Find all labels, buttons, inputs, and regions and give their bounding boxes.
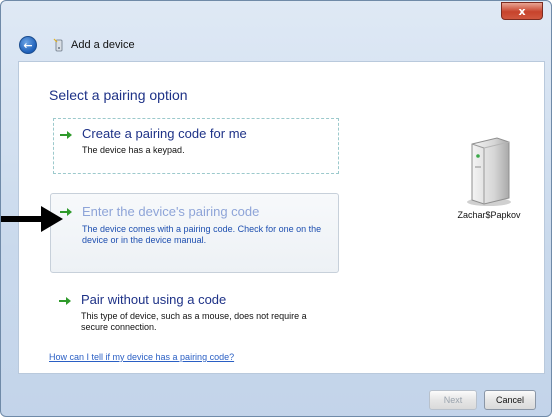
option-pair-without-code[interactable]: Pair without using a code This type of d…: [53, 285, 339, 337]
option-description: The device comes with a pairing code. Ch…: [82, 224, 322, 245]
pc-tower-icon: [467, 137, 511, 206]
cancel-button[interactable]: Cancel: [484, 390, 536, 410]
next-button[interactable]: Next: [429, 390, 477, 410]
callout-arrow-icon: [1, 206, 63, 232]
back-arrow-icon: ←: [23, 38, 33, 52]
green-arrow-icon: [60, 131, 72, 139]
page-title: Select a pairing option: [49, 87, 188, 103]
option-description: This type of device, such as a mouse, do…: [81, 311, 307, 332]
option-description: The device has a keypad.: [82, 145, 185, 155]
option-title: Enter the device's pairing code: [82, 204, 260, 219]
add-device-window: x ← Add a device Select a pairing option…: [0, 0, 552, 417]
add-device-icon: [53, 38, 63, 52]
window-title: Add a device: [71, 39, 135, 51]
option-create-pairing-code[interactable]: Create a pairing code for me The device …: [53, 118, 339, 174]
option-title: Pair without using a code: [81, 292, 227, 307]
content-panel: Select a pairing option Create a pairing…: [18, 61, 545, 374]
close-button[interactable]: x: [501, 2, 543, 20]
back-button[interactable]: ←: [19, 36, 37, 54]
device-item: Zachar$Papkov: [439, 130, 539, 220]
title-bar: ← Add a device: [19, 35, 135, 55]
green-arrow-icon: [59, 297, 71, 305]
option-title: Create a pairing code for me: [82, 126, 247, 141]
option-enter-device-pairing-code[interactable]: Enter the device's pairing code The devi…: [50, 193, 339, 273]
device-name: Zachar$Papkov: [457, 210, 521, 220]
pairing-code-help-link[interactable]: How can I tell if my device has a pairin…: [49, 352, 234, 362]
